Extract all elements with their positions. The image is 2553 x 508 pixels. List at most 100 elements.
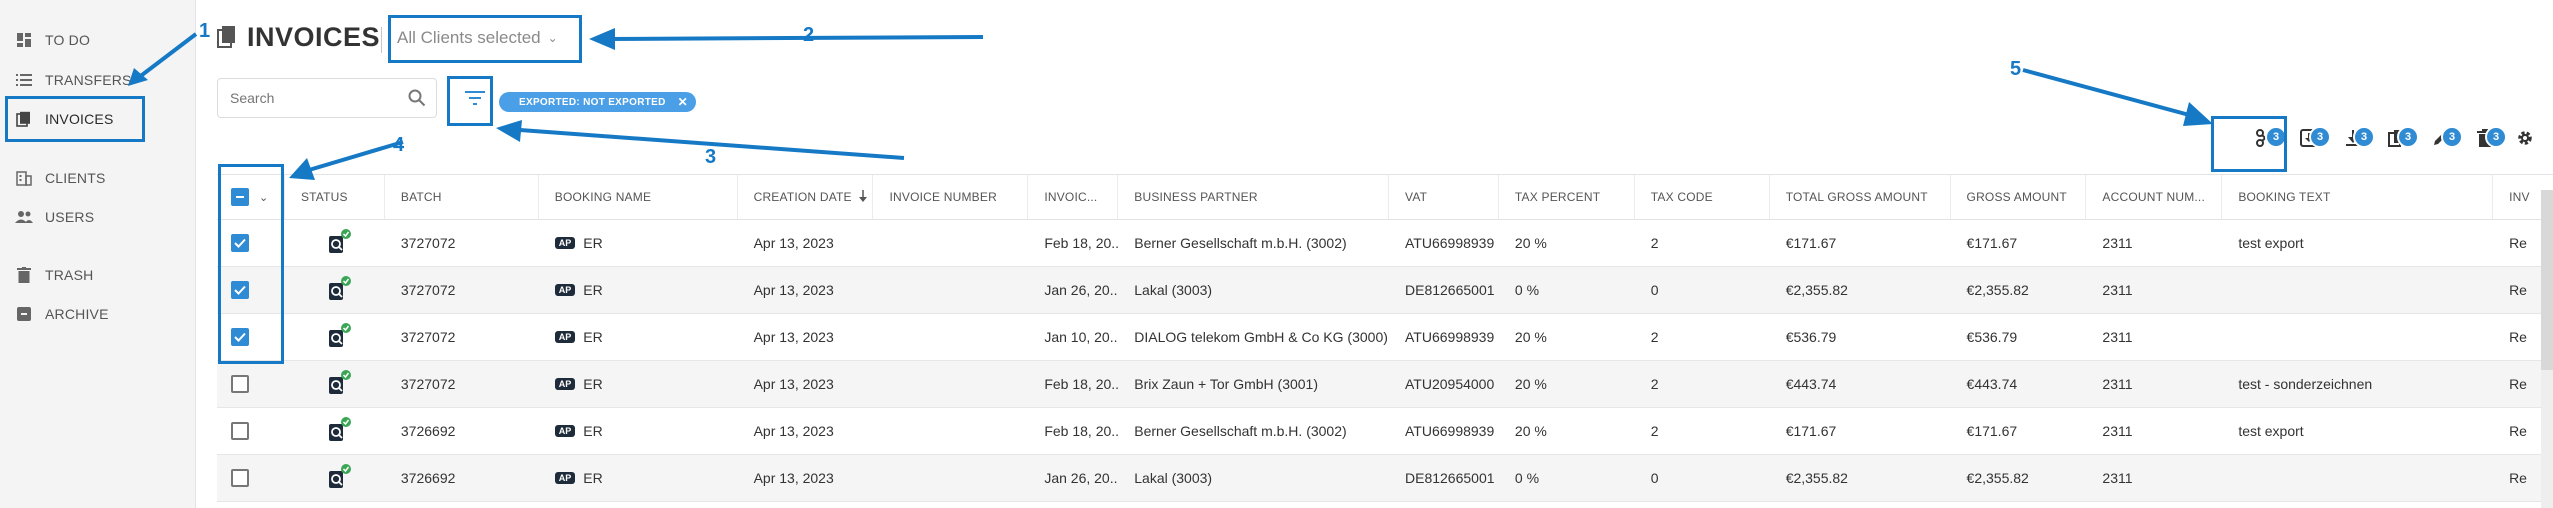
table-body: 3727072 AP ER Apr 13, 2023 Feb 18, 20... Bern…: [217, 220, 2553, 502]
table-row[interactable]: 3727072 AP ER Apr 13, 2023 Feb 18, 20... Bern…: [217, 220, 2553, 267]
row-select-cell[interactable]: [217, 455, 285, 501]
column-header-business-partner[interactable]: BUSINESS PARTNER: [1118, 175, 1389, 219]
invoice-number-cell: [873, 220, 1028, 266]
column-header-total-gross-amount[interactable]: TOTAL GROSS AMOUNT: [1770, 175, 1951, 219]
sidebar-item-users[interactable]: USERS: [14, 205, 94, 229]
invoice-number-cell: [873, 361, 1028, 407]
creation-date-cell: Apr 13, 2023: [753, 470, 834, 486]
row-checkbox[interactable]: [231, 469, 249, 487]
sidebar-item-label: CLIENTS: [45, 170, 106, 186]
callout-arrow-5: [2022, 68, 2213, 126]
table-row[interactable]: 3727072 AP ER Apr 13, 2023 Feb 18, 20... Brix…: [217, 361, 2553, 408]
archive-icon: [14, 304, 34, 324]
total-gross-amount-cell: €171.67: [1785, 235, 1837, 251]
booking-type-badge: AP: [554, 237, 576, 249]
booking-type-badge: AP: [554, 331, 576, 343]
sidebar-item-transfers[interactable]: TRANSFERS: [14, 68, 132, 92]
booking-text-cell: [2222, 267, 2493, 313]
vat-cell: ATU66998939: [1405, 235, 1495, 251]
column-header-tax-code[interactable]: TAX CODE: [1635, 175, 1770, 219]
row-checkbox[interactable]: [231, 375, 249, 393]
page-title-text: INVOICES: [247, 22, 381, 52]
search-input[interactable]: [218, 79, 388, 117]
table-row[interactable]: 3727072 AP ER Apr 13, 2023 Jan 10, 20... DIAL…: [217, 314, 2553, 361]
search-box: [217, 78, 437, 118]
table-row[interactable]: 3727072 AP ER Apr 13, 2023 Jan 26, 20... Laka…: [217, 267, 2553, 314]
row-select-cell[interactable]: [217, 408, 285, 454]
vertical-scrollbar[interactable]: [2541, 190, 2553, 508]
total-gross-amount-cell: €2,355.82: [1785, 470, 1848, 486]
sidebar-item-archive[interactable]: ARCHIVE: [14, 302, 109, 326]
callout-number-4: 4: [393, 134, 405, 156]
tax-code-cell: 2: [1650, 235, 1659, 251]
batch-cell: 3727072: [400, 235, 456, 251]
sidebar-item-todo[interactable]: TO DO: [14, 28, 90, 52]
column-header-tax-percent[interactable]: TAX PERCENT: [1499, 175, 1635, 219]
batch-cell: 3726692: [400, 423, 456, 439]
business-partner-cell: DIALOG telekom GmbH & Co KG (3000): [1134, 329, 1388, 345]
booking-text-cell: [2222, 455, 2493, 501]
table-row[interactable]: 3726692 AP ER Apr 13, 2023 Jan 26, 20... Laka…: [217, 455, 2553, 502]
booking-name-cell: AP ER: [539, 314, 738, 360]
sidebar-item-label: TO DO: [45, 32, 91, 48]
booking-name-text: ER: [583, 470, 603, 486]
delete-button[interactable]: 3: [2463, 120, 2507, 160]
column-header-booking-name[interactable]: BOOKING NAME: [539, 175, 738, 219]
tax-code-cell: 0: [1650, 282, 1659, 298]
row-select-cell[interactable]: [217, 361, 285, 407]
status-cell: [285, 361, 385, 407]
edit-button[interactable]: 3: [2419, 120, 2463, 160]
building-icon: [14, 168, 34, 188]
download-button[interactable]: 3: [2331, 120, 2375, 160]
row-checkbox[interactable]: [231, 422, 249, 440]
merge-button[interactable]: 3: [2375, 120, 2419, 160]
column-header-batch[interactable]: BATCH: [385, 175, 539, 219]
account-number-cell: 2311: [2102, 376, 2133, 392]
total-gross-amount-cell: €443.74: [1785, 376, 1837, 392]
booking-type-badge: AP: [554, 284, 576, 296]
export-button[interactable]: 3: [2287, 120, 2331, 160]
business-partner-cell: Berner Gesellschaft m.b.H. (3002): [1134, 423, 1347, 439]
total-gross-amount-cell: €171.67: [1785, 423, 1837, 439]
tax-code-cell: 2: [1650, 329, 1659, 345]
status-search-ok-icon: [325, 369, 353, 400]
invoice-number-cell: [873, 455, 1028, 501]
gear-icon: [2516, 129, 2534, 152]
batch-cell: 3726692: [400, 470, 456, 486]
callout-box-checkboxes: [218, 164, 284, 364]
business-partner-cell: Lakal (3003): [1134, 470, 1213, 486]
tax-percent-cell: 20 %: [1514, 376, 1547, 392]
booking-name-cell: AP ER: [539, 220, 738, 266]
column-header-vat[interactable]: VAT: [1389, 175, 1499, 219]
sidebar-item-trash[interactable]: TRASH: [14, 263, 93, 287]
selection-count-badge: 3: [2353, 126, 2375, 148]
invoice-number-cell: [873, 408, 1028, 454]
invoice-date-cell: Jan 10, 20...: [1044, 329, 1119, 345]
column-header-account-number[interactable]: ACCOUNT NUM...: [2086, 175, 2223, 219]
scrollbar-thumb[interactable]: [2541, 190, 2553, 370]
account-number-cell: 2311: [2102, 423, 2133, 439]
status-cell: [285, 267, 385, 313]
invoice-date-cell: Feb 18, 20...: [1044, 376, 1119, 392]
search-icon[interactable]: [408, 89, 426, 112]
column-header-creation-date[interactable]: CREATION DATE: [738, 175, 874, 219]
creation-date-cell: Apr 13, 2023: [753, 329, 834, 345]
account-number-cell: 2311: [2102, 470, 2133, 486]
close-icon[interactable]: ✕: [678, 95, 688, 109]
status-search-ok-icon: [325, 322, 353, 353]
invoice-date-cell: Feb 18, 20...: [1044, 423, 1119, 439]
column-header-booking-text[interactable]: BOOKING TEXT: [2222, 175, 2494, 219]
callout-number-5: 5: [2010, 58, 2022, 80]
column-header-invoice-number[interactable]: INVOICE NUMBER: [873, 175, 1029, 219]
column-header-gross-amount[interactable]: GROSS AMOUNT: [1951, 175, 2087, 219]
booking-name-text: ER: [583, 282, 603, 298]
column-header-invoice-date[interactable]: INVOIC...: [1028, 175, 1119, 219]
total-gross-amount-cell: €2,355.82: [1785, 282, 1848, 298]
filter-chip[interactable]: EXPORTED: NOT EXPORTED ✕: [499, 92, 696, 112]
settings-button[interactable]: [2507, 120, 2543, 160]
sidebar-item-clients[interactable]: CLIENTS: [14, 166, 106, 190]
documents-icon: [217, 25, 239, 51]
gross-amount-cell: €171.67: [1966, 423, 2018, 439]
status-search-ok-icon: [325, 463, 353, 494]
table-row[interactable]: 3726692 AP ER Apr 13, 2023 Feb 18, 20... Bern…: [217, 408, 2553, 455]
